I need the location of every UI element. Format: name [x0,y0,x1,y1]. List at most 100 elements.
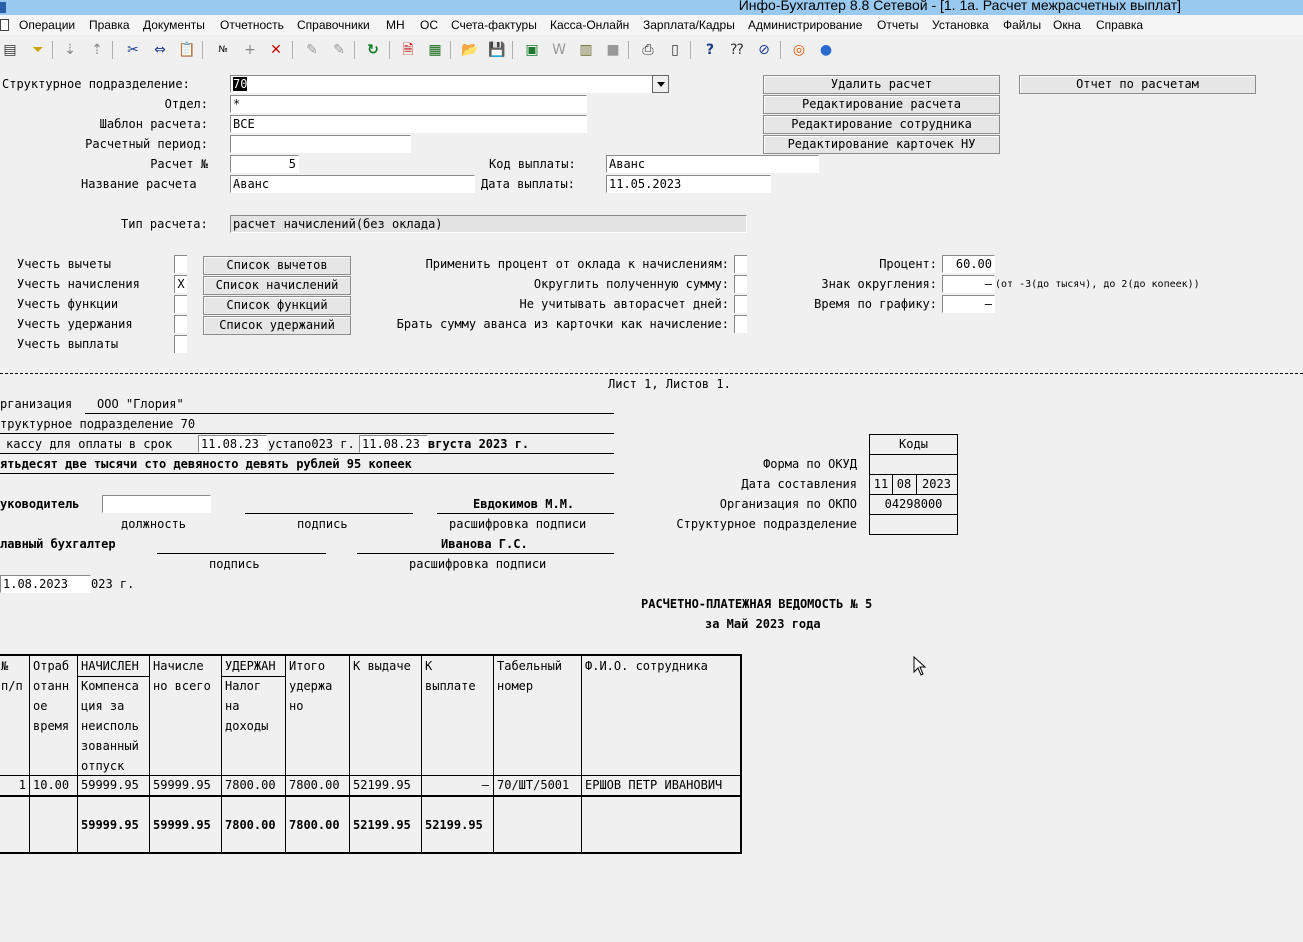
caption-signature: подпись [297,517,348,531]
accruals-checkbox[interactable]: X [174,275,187,293]
report-icon[interactable]: 🗎 [398,40,418,60]
apply-percent-checkbox[interactable] [734,255,747,273]
disk-icon[interactable]: ■ [603,40,623,60]
menu-edit[interactable]: Правка [89,18,130,32]
report-date-field[interactable]: 1.08.2023 [0,575,91,593]
col-divider [77,656,78,854]
menu-files[interactable]: Файлы [1003,18,1041,32]
pay-date-field[interactable]: 11.05.2023 [606,175,771,193]
menu-references[interactable]: Справочники [297,18,370,32]
delete-calc-button[interactable]: Удалить расчет [763,75,1000,94]
calc-name-field[interactable]: Аванс [230,175,475,193]
calc-no-field[interactable]: 5 [230,155,299,173]
row-tax: 7800.00 [225,778,276,792]
paste-icon[interactable]: 📋 [177,40,197,60]
calc-type-field[interactable]: расчет начислений(без оклада) [230,215,747,233]
dept-field[interactable]: * [230,95,587,113]
ignore-autocalc-checkbox[interactable] [734,295,747,313]
excel-icon[interactable]: ▣ [522,40,542,60]
template-field[interactable]: ВСЕ [230,115,587,133]
edit-employee-button[interactable]: Редактирование сотрудника [763,115,1000,134]
struct-value: 70 [233,77,248,91]
advance-from-card-checkbox[interactable] [734,315,747,333]
refresh-icon[interactable]: ↻ [363,40,383,60]
round-sign-field[interactable]: – [942,275,995,293]
menu-mn[interactable]: МН [386,18,405,32]
add-icon[interactable]: + [240,40,260,60]
cut-icon[interactable]: ✂ [123,40,143,60]
cash-from-field[interactable]: 11.08.23 [198,435,267,453]
head-position-field[interactable] [102,495,211,513]
col-header-fio: Ф.И.О. сотрудника [585,659,708,673]
print-icon[interactable]: ⎙ [638,40,658,60]
round-sum-label: Округлить полученную сумму: [533,277,729,291]
withholdings-list-button[interactable]: Список удержаний [203,316,351,335]
deductions-list-button[interactable]: Список вычетов [203,256,351,275]
struct-dropdown-button[interactable] [652,75,669,93]
list-icon[interactable]: ▤ [0,40,20,60]
menu-setup[interactable]: Установка [932,18,989,32]
caption-decoding2: расшифровка подписи [409,557,547,571]
cash-suffix: вгуста 2023 г. [428,437,530,451]
unmark-icon[interactable]: ✎ [329,40,349,60]
globe-icon[interactable]: ● [816,40,836,60]
functions-list-button[interactable]: Список функций [203,296,351,315]
menu-cash-online[interactable]: Касса-Онлайн [550,18,629,32]
sort-desc-icon[interactable]: ⇡ [87,40,107,60]
pay-code-field[interactable]: Аванс [606,155,819,173]
sort-asc-icon[interactable]: ⇣ [60,40,80,60]
copy-icon[interactable]: ⇔ [150,40,170,60]
filter-icon[interactable]: ⏷ [28,40,48,60]
app-icon [0,2,6,13]
archive-icon[interactable]: ▥ [576,40,596,60]
okud-label: Форма по ОКУД [763,457,857,471]
word-icon[interactable]: W [549,40,569,60]
numbering-icon[interactable]: № [213,40,233,60]
help-icon[interactable]: ? [700,40,720,60]
deductions-checkbox[interactable] [174,255,187,273]
total-tax: 7800.00 [225,818,276,832]
struct-field[interactable]: 70 [230,75,653,93]
menu-help[interactable]: Справка [1096,18,1143,32]
mark-icon[interactable]: ✎ [302,40,322,60]
calculator-icon[interactable]: ▦ [425,40,445,60]
schedule-time-field[interactable]: – [942,295,995,313]
menu-documents[interactable]: Документы [143,18,205,32]
head-name-underline [437,513,614,514]
menu-windows[interactable]: Окна [1053,18,1081,32]
withholdings-checkbox[interactable] [174,315,187,333]
accruals-list-button[interactable]: Список начислений [203,276,351,295]
org-value: ООО "Глория" [97,397,184,411]
caption-position: должность [121,517,187,531]
period-field[interactable] [230,135,411,153]
menu-invoices[interactable]: Счета-фактуры [451,18,537,32]
functions-checkbox[interactable] [174,295,187,313]
calc-type-label: Тип расчета: [121,217,208,231]
round-sign-label: Знак округления: [821,277,937,291]
whats-this-icon[interactable]: ⁇ [727,40,747,60]
payments-label: Учесть выплаты [17,337,119,351]
chief-acc-name: Иванова Г.С. [441,537,528,551]
calc-report-button[interactable]: Отчет по расчетам [1019,75,1256,94]
menu-salary[interactable]: Зарплата/Кадры [643,18,735,32]
cash-to-field[interactable]: 11.08.23 [359,435,428,453]
navigator-icon[interactable]: ⊘ [754,40,774,60]
round-sum-checkbox[interactable] [734,275,747,293]
mdi-window-icon[interactable] [0,19,9,31]
lifebuoy-icon[interactable]: ◎ [789,40,809,60]
payments-checkbox[interactable] [174,335,187,353]
edit-calc-button[interactable]: Редактирование расчета [763,95,1000,114]
edit-cards-button[interactable]: Редактирование карточек НУ [763,135,1000,154]
save-icon[interactable]: 💾 [487,40,507,60]
preview-icon[interactable]: ▯ [665,40,685,60]
menu-reporting[interactable]: Отчетность [220,18,284,32]
menu-administration[interactable]: Администрирование [748,18,862,32]
menu-reports[interactable]: Отчеты [877,18,918,32]
percent-field[interactable]: 60.00 [942,255,995,273]
menu-operations[interactable]: Операции [19,18,75,32]
open-folder-icon[interactable]: 📂 [460,40,480,60]
doc-subtitle: за Май 2023 года [705,617,821,631]
row-worked: 10.00 [33,778,70,792]
menu-os[interactable]: ОС [420,18,438,32]
delete-icon[interactable]: ✕ [266,40,286,60]
